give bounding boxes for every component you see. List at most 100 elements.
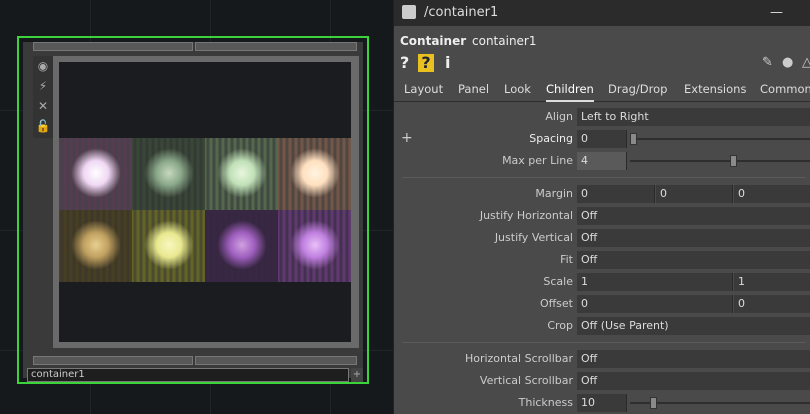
operator-name[interactable]: container1 bbox=[472, 30, 537, 52]
spacing-field[interactable]: 0 bbox=[577, 130, 627, 148]
offset-x-field[interactable]: 0 bbox=[577, 295, 733, 313]
fit-menu[interactable]: Off bbox=[577, 251, 810, 269]
tab-extensions[interactable]: Extensions bbox=[684, 79, 746, 100]
justify-horizontal-menu[interactable]: Off bbox=[577, 207, 810, 225]
scale-x-field[interactable]: 1 bbox=[577, 273, 733, 291]
viewer-active-icon[interactable]: ◉ bbox=[34, 57, 52, 75]
thumbnail-glow bbox=[217, 220, 267, 270]
container-node[interactable]: ◉ ⚡ ✕ 🔓 container1 + bbox=[17, 36, 369, 384]
info-icon[interactable]: i bbox=[445, 54, 450, 72]
justify-vertical-menu[interactable]: Off bbox=[577, 229, 810, 247]
node-body: ◉ ⚡ ✕ 🔓 container1 + bbox=[23, 42, 363, 382]
python-help-icon[interactable]: ? bbox=[418, 54, 434, 72]
tab-bar: Layout Panel Look Children Drag/Drop Extensio… bbox=[394, 79, 810, 102]
node-top-bar-right bbox=[195, 42, 357, 51]
help-icon-row: ? ? i ✎ ● △ bbox=[394, 52, 810, 74]
parameter-panel: /container1 — Container container1 ? ? i… bbox=[393, 0, 810, 414]
viewer-toolbar: ◉ ⚡ ✕ 🔓 bbox=[33, 56, 53, 138]
thickness-slider[interactable] bbox=[630, 397, 810, 409]
horizontal-scrollbar-menu[interactable]: Off bbox=[577, 350, 810, 368]
minimize-button[interactable]: — bbox=[770, 0, 783, 26]
spacing-slider-knob[interactable] bbox=[630, 133, 637, 145]
scale-label: Scale bbox=[543, 275, 573, 288]
tab-layout[interactable]: Layout bbox=[404, 79, 443, 100]
edit-icon[interactable]: ✎ bbox=[762, 54, 773, 72]
thickness-field[interactable]: 10 bbox=[577, 394, 627, 412]
node-viewer[interactable] bbox=[59, 62, 351, 342]
separator bbox=[402, 342, 806, 343]
max-per-line-slider[interactable] bbox=[630, 155, 810, 167]
thickness-label: Thickness bbox=[518, 396, 573, 409]
bypass-icon[interactable]: ⚡ bbox=[34, 77, 52, 95]
child-thumbnail bbox=[132, 138, 205, 210]
spacing-slider[interactable] bbox=[630, 133, 810, 145]
spacing-label: Spacing bbox=[529, 132, 573, 145]
crop-menu[interactable]: Off (Use Parent) bbox=[577, 317, 810, 335]
tab-panel[interactable]: Panel bbox=[458, 79, 489, 100]
operator-type: Container bbox=[400, 34, 467, 48]
justify-vertical-label: Justify Vertical bbox=[494, 231, 573, 244]
param-fit: Fit Off bbox=[394, 250, 810, 270]
window-title: /container1 bbox=[424, 5, 499, 20]
param-justify-vertical: Justify Vertical Off bbox=[394, 228, 810, 248]
thumbnail-glow bbox=[71, 220, 121, 270]
thumbnail-glow bbox=[290, 220, 340, 270]
horizontal-scrollbar-label: Horizontal Scrollbar bbox=[464, 352, 573, 365]
node-bottom-bar-right bbox=[195, 356, 357, 365]
vertical-scrollbar-menu[interactable]: Off bbox=[577, 372, 810, 390]
thumbnail-glow bbox=[71, 148, 121, 198]
warning-icon[interactable]: △ bbox=[802, 54, 810, 72]
margin-right-field[interactable]: 0 bbox=[734, 185, 810, 203]
margin-middle-field[interactable]: 0 bbox=[656, 185, 733, 203]
thickness-slider-knob[interactable] bbox=[650, 397, 657, 409]
offset-y-field[interactable]: 0 bbox=[734, 295, 810, 313]
param-margin: Margin 0 0 0 bbox=[394, 184, 810, 204]
param-vertical-scrollbar: Vertical Scrollbar Off bbox=[394, 371, 810, 391]
thumbnail-glow bbox=[290, 148, 340, 198]
max-per-line-field[interactable]: 4 bbox=[577, 152, 627, 170]
max-per-line-slider-knob[interactable] bbox=[730, 155, 737, 167]
node-name-label[interactable]: container1 bbox=[27, 368, 349, 382]
child-thumbnail bbox=[59, 138, 132, 210]
close-icon[interactable]: ✕ bbox=[34, 97, 52, 115]
panel-titlebar: /container1 — bbox=[394, 0, 810, 26]
child-thumbnail bbox=[132, 210, 205, 282]
param-horizontal-scrollbar: Horizontal Scrollbar Off bbox=[394, 349, 810, 369]
child-thumbnail bbox=[278, 210, 351, 282]
node-bottom-bar-left bbox=[33, 356, 193, 365]
thumbnail-glow bbox=[144, 148, 194, 198]
align-menu[interactable]: Left to Right bbox=[577, 108, 810, 126]
align-label: Align bbox=[545, 110, 573, 123]
tab-children[interactable]: Children bbox=[546, 79, 594, 102]
network-editor[interactable]: ◉ ⚡ ✕ 🔓 container1 + bbox=[0, 0, 393, 414]
node-top-bar-left bbox=[33, 42, 193, 51]
vertical-scrollbar-label: Vertical Scrollbar bbox=[479, 374, 573, 387]
thumbnail-glow bbox=[217, 148, 267, 198]
margin-label: Margin bbox=[535, 187, 573, 200]
tab-drag-drop[interactable]: Drag/Drop bbox=[608, 79, 667, 100]
help-icon[interactable]: ? bbox=[400, 54, 409, 72]
param-offset: Offset 0 0 bbox=[394, 294, 810, 314]
lock-icon[interactable]: 🔓 bbox=[34, 117, 52, 135]
thumbnail-glow bbox=[144, 220, 194, 270]
justify-horizontal-label: Justify Horizontal bbox=[479, 209, 573, 222]
param-scale: Scale 1 1 bbox=[394, 272, 810, 292]
parameter-list: + Align Left to Right Spacing 0 Max per … bbox=[394, 104, 810, 414]
offset-label: Offset bbox=[539, 297, 573, 310]
tab-common[interactable]: Common bbox=[760, 79, 810, 100]
child-thumbnail bbox=[278, 138, 351, 210]
node-expand-icon[interactable]: + bbox=[351, 368, 363, 382]
fit-label: Fit bbox=[560, 253, 573, 266]
param-crop: Crop Off (Use Parent) bbox=[394, 316, 810, 336]
scale-y-field[interactable]: 1 bbox=[734, 273, 810, 291]
tab-look[interactable]: Look bbox=[504, 79, 531, 100]
param-spacing: Spacing 0 bbox=[394, 129, 810, 149]
child-thumbnail bbox=[205, 210, 278, 282]
comment-icon[interactable]: ● bbox=[782, 54, 793, 72]
crop-label: Crop bbox=[547, 319, 573, 332]
param-max-per-line: Max per Line 4 bbox=[394, 151, 810, 171]
margin-left-field[interactable]: 0 bbox=[577, 185, 655, 203]
operator-icon bbox=[402, 5, 416, 19]
operator-header: Container container1 bbox=[394, 30, 810, 52]
separator bbox=[402, 177, 806, 178]
